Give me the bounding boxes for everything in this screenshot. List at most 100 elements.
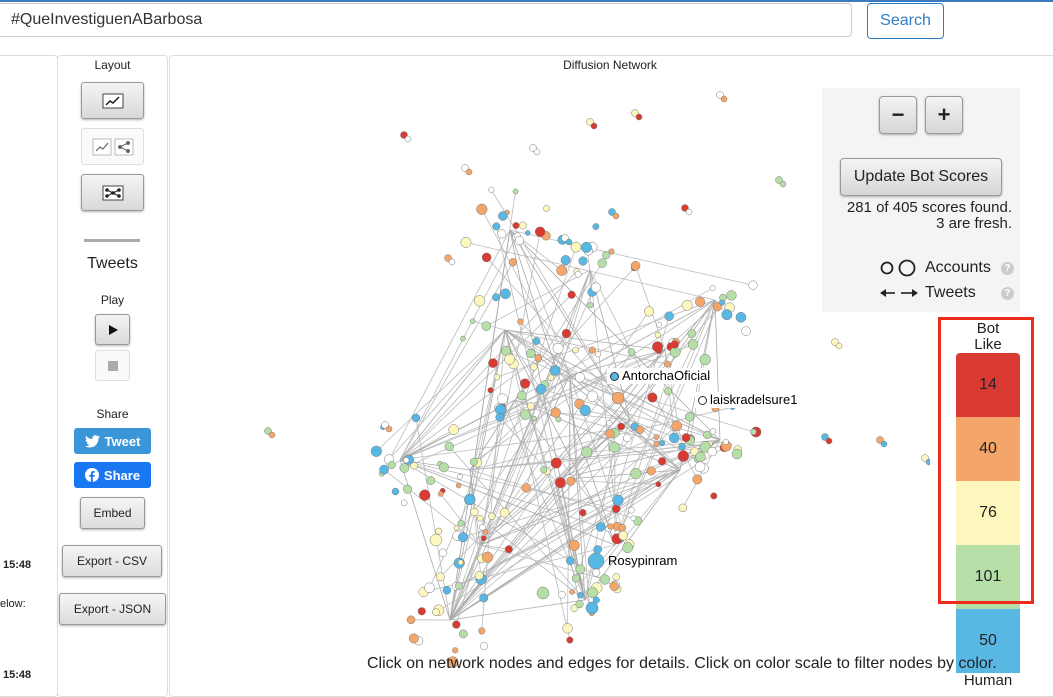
network-node[interactable] (407, 616, 415, 624)
network-node[interactable] (401, 500, 407, 506)
network-node[interactable] (432, 609, 439, 616)
network-node[interactable] (600, 575, 610, 585)
network-node[interactable] (520, 410, 530, 420)
network-node[interactable] (780, 181, 786, 187)
network-node[interactable] (567, 477, 576, 486)
network-node[interactable] (519, 222, 526, 229)
network-node[interactable] (498, 230, 507, 239)
network-node[interactable] (612, 505, 620, 513)
network-node[interactable] (471, 508, 479, 516)
network-node[interactable] (732, 449, 742, 459)
network-node[interactable] (449, 259, 455, 265)
node-label-rosy[interactable]: Rosypinram (605, 553, 680, 569)
network-node[interactable] (700, 354, 711, 365)
zoom-in-button[interactable]: + (925, 96, 963, 134)
network-node[interactable] (742, 327, 751, 336)
facebook-share-button[interactable]: Share (74, 462, 151, 488)
export-csv-button[interactable]: Export - CSV (62, 545, 162, 577)
network-node[interactable] (557, 265, 567, 275)
network-node[interactable] (655, 332, 661, 338)
network-node[interactable] (479, 524, 485, 530)
network-node[interactable] (479, 628, 486, 635)
network-node[interactable] (659, 440, 665, 446)
network-node[interactable] (710, 285, 715, 290)
network-node[interactable] (522, 483, 531, 492)
search-button[interactable]: Search (867, 3, 944, 39)
network-node[interactable] (527, 402, 534, 409)
network-node[interactable] (682, 434, 690, 442)
network-node[interactable] (456, 483, 461, 488)
layout-split-button[interactable] (81, 128, 144, 165)
network-node[interactable] (386, 426, 392, 432)
update-bot-scores-button[interactable]: Update Bot Scores (840, 158, 1002, 196)
network-node[interactable] (543, 205, 549, 211)
embed-button[interactable]: Embed (80, 497, 145, 529)
node-label-laiskra[interactable]: laiskradelsure1 (695, 392, 800, 408)
network-node[interactable] (836, 343, 842, 349)
network-node[interactable] (405, 136, 411, 142)
network-node[interactable] (488, 359, 497, 368)
node-label-antorcha[interactable]: AntorchaOficial (607, 368, 713, 384)
network-node[interactable] (392, 488, 399, 495)
network-node[interactable] (631, 516, 636, 521)
network-node[interactable] (606, 420, 612, 426)
network-node[interactable] (566, 557, 574, 565)
help-icon[interactable]: ? (1001, 262, 1014, 275)
network-node[interactable] (481, 536, 486, 541)
network-node[interactable] (736, 312, 746, 322)
network-node[interactable] (926, 459, 930, 465)
network-node[interactable] (710, 429, 716, 435)
network-node[interactable] (494, 374, 500, 380)
network-node[interactable] (612, 392, 624, 404)
network-node[interactable] (606, 429, 615, 438)
network-node[interactable] (482, 552, 493, 563)
network-node[interactable] (581, 447, 592, 458)
search-input[interactable] (0, 3, 852, 37)
network-node[interactable] (504, 354, 514, 364)
layout-timeline-button[interactable] (81, 82, 144, 119)
network-node[interactable] (526, 349, 535, 358)
network-node[interactable] (493, 223, 500, 230)
network-node[interactable] (464, 494, 475, 505)
network-node[interactable] (458, 520, 464, 526)
network-node[interactable] (648, 393, 657, 402)
network-node[interactable] (693, 475, 702, 484)
network-node[interactable] (688, 339, 698, 349)
zoom-out-button[interactable]: − (879, 96, 917, 134)
network-node[interactable] (644, 307, 654, 317)
network-node[interactable] (571, 242, 581, 252)
network-node[interactable] (380, 465, 389, 474)
network-node[interactable] (412, 414, 420, 422)
network-node[interactable] (588, 302, 594, 308)
network-node[interactable] (671, 341, 679, 349)
network-edge[interactable] (450, 247, 576, 620)
network-node[interactable] (525, 230, 530, 235)
network-node[interactable] (500, 289, 510, 299)
network-node[interactable] (492, 294, 499, 301)
network-node[interactable] (591, 123, 597, 129)
network-node[interactable] (520, 379, 530, 389)
network-node[interactable] (579, 509, 586, 516)
network-node[interactable] (269, 432, 275, 438)
network-node[interactable] (619, 524, 626, 531)
network-node[interactable] (459, 630, 467, 638)
network-node[interactable] (488, 513, 495, 520)
network-node[interactable] (618, 423, 625, 430)
network-node[interactable] (575, 271, 581, 277)
network-edge[interactable] (715, 300, 720, 440)
network-node[interactable] (509, 258, 517, 266)
network-node[interactable] (598, 259, 607, 268)
network-node[interactable] (573, 347, 579, 353)
network-node[interactable] (548, 375, 554, 381)
network-node[interactable] (695, 297, 705, 307)
network-node[interactable] (686, 209, 692, 215)
network-node[interactable] (567, 637, 573, 643)
network-node[interactable] (536, 384, 546, 394)
network-node[interactable] (679, 504, 687, 512)
network-node[interactable] (466, 169, 472, 175)
network-node[interactable] (569, 589, 574, 594)
network-node[interactable] (562, 329, 571, 338)
network-node[interactable] (563, 623, 573, 633)
network-node[interactable] (455, 582, 462, 589)
network-node[interactable] (550, 366, 560, 376)
